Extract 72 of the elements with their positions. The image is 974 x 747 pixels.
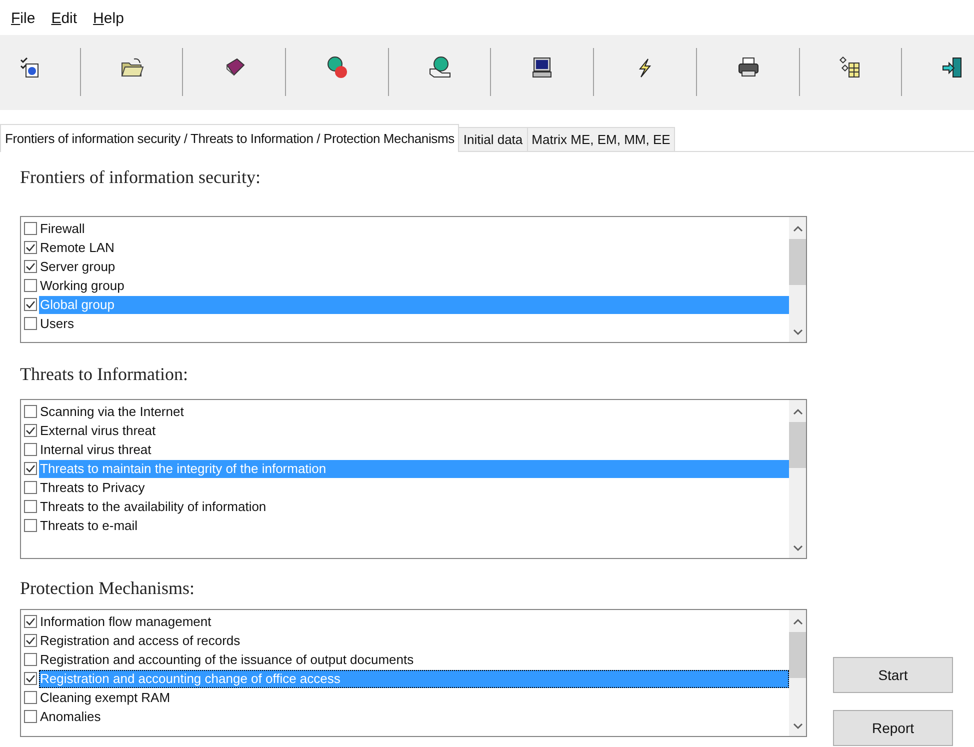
checklist-item[interactable]: Internal virus threat [39,440,789,458]
globe-icon [324,55,349,79]
menu-item[interactable]: File [11,8,36,30]
check-icon [25,635,36,646]
scrollbar-thumb[interactable] [789,422,806,468]
tab[interactable]: Initial data [459,127,528,151]
tab[interactable]: Matrix ME, EM, MM, EE [528,127,676,151]
checklist-item[interactable]: Registration and accounting of the issuance of output documents [39,650,789,668]
checkbox[interactable] [24,462,37,475]
checklist-item[interactable]: Information flow management [39,612,789,630]
scroll-down-icon[interactable] [792,544,802,552]
section-heading: Threats to Information: [20,363,188,385]
check-icon [25,616,36,627]
checkbox[interactable] [24,653,37,666]
checklist-item[interactable]: Server group [39,258,789,276]
checklist-item[interactable]: Cleaning exempt RAM [39,688,789,706]
checkbox[interactable] [24,241,37,254]
checklist-item[interactable]: External virus threat [39,422,789,440]
check-icon [25,463,36,474]
scroll-up-icon[interactable] [792,408,802,416]
checkbox[interactable] [24,424,37,437]
scroll-up-icon[interactable] [792,618,802,626]
section-heading: Frontiers of information security: [20,166,260,188]
check-icon [25,673,36,684]
action-button[interactable]: Start [833,657,953,693]
checklist-item[interactable]: Threats to e-mail [39,516,789,534]
scrollbar[interactable] [789,217,806,342]
checklist-item[interactable]: Working group [39,276,789,294]
toolbar-button[interactable] [426,54,452,80]
checklist-item[interactable]: Users [39,314,789,332]
check-icon [25,261,36,272]
checkbox[interactable] [24,500,37,513]
checklist-item[interactable]: Threats to the availability of information [39,498,789,516]
checklist-item[interactable]: Threats to Privacy [39,478,789,496]
section-heading: Protection Mechanisms: [20,577,194,599]
checklist-item[interactable]: Scanning via the Internet [39,402,789,420]
checklist-item[interactable]: Anomalies [39,708,789,726]
checkbox[interactable] [24,634,37,647]
printer-icon [736,55,760,79]
checkbox[interactable] [24,317,37,330]
checkbox[interactable] [24,519,37,532]
checklist-item[interactable]: Registration and access of records [39,632,789,650]
checkbox[interactable] [24,405,37,418]
checkbox[interactable] [24,443,37,456]
checklist-item[interactable]: Firewall [39,220,789,238]
checkbox[interactable] [24,298,37,311]
checkbox[interactable] [24,279,37,292]
checkbox[interactable] [24,481,37,494]
scrollbar[interactable] [789,610,806,736]
checkbox[interactable] [24,222,37,235]
scrollbar-thumb[interactable] [789,239,806,285]
scrollbar[interactable] [789,400,806,558]
action-button[interactable]: Report [833,710,953,746]
checkbox[interactable] [24,710,37,723]
tab[interactable]: Frontiers of information security / Threats to Information / Protection Mechanisms [0,124,460,152]
checklist-item[interactable]: Remote LAN [39,238,789,256]
check-icon [25,242,36,253]
checkbox[interactable] [24,260,37,273]
check-icon [25,299,36,310]
globe-hand-icon [428,55,452,79]
scroll-down-icon[interactable] [792,722,802,730]
scrollbar-thumb[interactable] [789,632,806,678]
check-icon [25,425,36,436]
scroll-down-icon[interactable] [792,328,802,336]
scroll-up-icon[interactable] [792,225,802,233]
computer-icon [530,55,554,79]
checkbox[interactable] [24,672,37,685]
checkbox[interactable] [24,691,37,704]
menu-item[interactable]: Help [93,8,124,30]
grid-icon [838,55,862,79]
menu-item[interactable]: Edit [51,8,78,30]
checkbox[interactable] [24,615,37,628]
